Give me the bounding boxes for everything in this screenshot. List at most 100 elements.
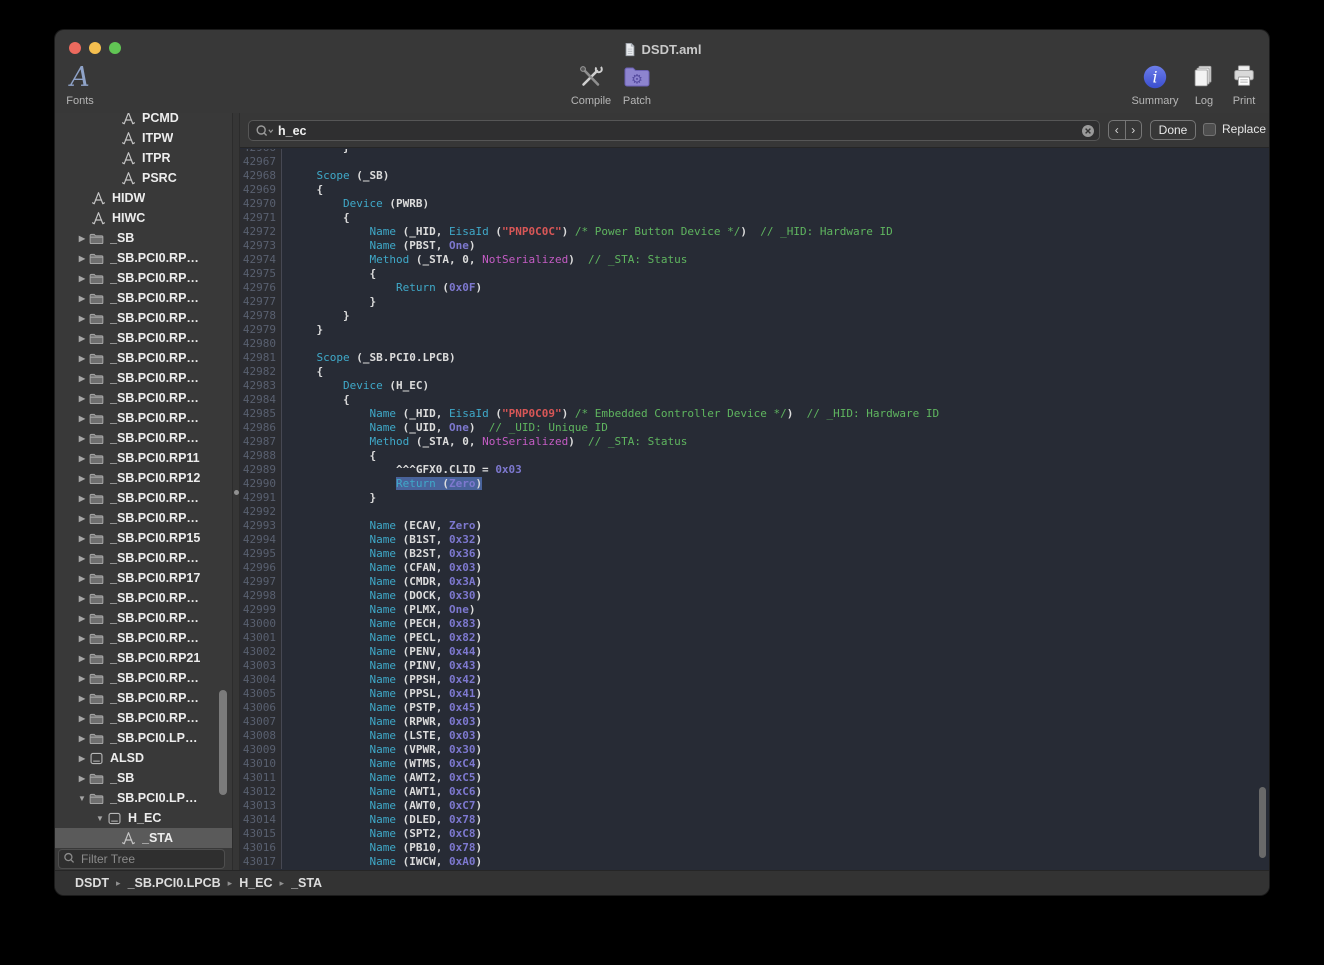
find-next-button[interactable]: ›	[1125, 121, 1142, 139]
tree-item-sb-pci0-rp15[interactable]: ▶_SB.PCI0.RP15	[55, 528, 232, 548]
tree-item-sb-pci0-rp[interactable]: ▶_SB.PCI0.RP…	[55, 608, 232, 628]
tree-item-sb-pci0-rp[interactable]: ▶ _SB.PCI0.RP…	[55, 368, 232, 388]
disclosure-collapsed-icon[interactable]: ▶	[75, 694, 89, 703]
editor-scrollbar[interactable]	[1259, 787, 1266, 858]
disclosure-collapsed-icon[interactable]: ▶	[75, 594, 89, 603]
tree-item-itpr[interactable]: ITPR	[55, 148, 232, 168]
find-previous-button[interactable]: ‹	[1109, 121, 1125, 139]
tree-item-sb-pci0-rp[interactable]: ▶_SB.PCI0.RP…	[55, 508, 232, 528]
tree-item-sb-pci0-rp[interactable]: ▶ _SB.PCI0.RP…	[55, 708, 232, 728]
breadcrumb-item--sb-pci0-lpcb[interactable]: _SB.PCI0.LPCB	[128, 876, 221, 890]
tree-item-sb-pci0-rp17[interactable]: ▶_SB.PCI0.RP17	[55, 568, 232, 588]
disclosure-collapsed-icon[interactable]: ▶	[75, 714, 89, 723]
disclosure-collapsed-icon[interactable]: ▶	[75, 334, 89, 343]
tree-item-sb-pci0-rp[interactable]: ▶_SB.PCI0.RP…	[55, 388, 232, 408]
disclosure-collapsed-icon[interactable]: ▶	[75, 774, 89, 783]
tree-item-sb-pci0-rp[interactable]: ▶_SB.PCI0.RP…	[55, 688, 232, 708]
tree-item-sb[interactable]: ▶_SB	[55, 228, 232, 248]
tree-item-hiwc[interactable]: HIWC	[55, 208, 232, 228]
disclosure-collapsed-icon[interactable]: ▶	[75, 654, 89, 663]
tree-item-sb-pci0-rp[interactable]: ▶_SB.PCI0.RP…	[55, 348, 232, 368]
tree-item-sta[interactable]: _STA	[55, 828, 232, 848]
tree-item-alsd[interactable]: ▶ALSD	[55, 748, 232, 768]
tree-item-hidw[interactable]: HIDW	[55, 188, 232, 208]
disclosure-collapsed-icon[interactable]: ▶	[75, 534, 89, 543]
filter-tree-input[interactable]	[58, 849, 225, 869]
tree-item-sb-pci0-rp[interactable]: ▶_SB.PCI0.RP…	[55, 268, 232, 288]
pane-splitter[interactable]	[232, 113, 240, 870]
disclosure-collapsed-icon[interactable]: ▶	[75, 634, 89, 643]
disclosure-collapsed-icon[interactable]: ▶	[75, 414, 89, 423]
titlebar[interactable]: DSDT.aml	[55, 30, 1269, 56]
patch-label: Patch	[623, 95, 651, 107]
disclosure-collapsed-icon[interactable]: ▶	[75, 274, 89, 283]
disclosure-collapsed-icon[interactable]: ▶	[75, 554, 89, 563]
line-number: 43008	[240, 729, 282, 743]
breadcrumb-item-dsdt[interactable]: DSDT	[75, 876, 109, 890]
search-input[interactable]	[276, 123, 1081, 139]
disclosure-collapsed-icon[interactable]: ▶	[75, 674, 89, 683]
sidebar-scrollbar[interactable]	[219, 690, 227, 795]
fonts-button[interactable]: A Fonts	[55, 60, 116, 107]
disclosure-collapsed-icon[interactable]: ▶	[75, 234, 89, 243]
disclosure-expanded-icon[interactable]: ▼	[75, 794, 89, 803]
print-button[interactable]: Print	[1208, 60, 1269, 107]
tree-item-sb-pci0-rp[interactable]: ▶_SB.PCI0.RP…	[55, 628, 232, 648]
folder-icon	[89, 231, 104, 246]
disclosure-collapsed-icon[interactable]: ▶	[75, 574, 89, 583]
tree-item-sb-pci0-rp[interactable]: ▶_SB.PCI0.RP…	[55, 308, 232, 328]
disclosure-collapsed-icon[interactable]: ▶	[75, 354, 89, 363]
tree-item-sb[interactable]: ▶_SB	[55, 768, 232, 788]
disclosure-expanded-icon[interactable]: ▼	[93, 814, 107, 823]
tree-item-sb-pci0-rp21[interactable]: ▶_SB.PCI0.RP21	[55, 648, 232, 668]
tree-item-sb-pci0-lp[interactable]: ▼_SB.PCI0.LP…	[55, 788, 232, 808]
patch-button[interactable]: ⚙ Patch	[601, 60, 673, 107]
breadcrumb-item-h-ec[interactable]: H_EC	[239, 876, 272, 890]
tree-item-sb-pci0-rp[interactable]: ▶_SB.PCI0.RP…	[55, 488, 232, 508]
tree-item-sb-pci0-rp[interactable]: ▶_SB.PCI0.RP…	[55, 548, 232, 568]
disclosure-collapsed-icon[interactable]: ▶	[75, 434, 89, 443]
code-line: 43015 Name (SPT2, 0xC8)	[240, 827, 1269, 841]
disclosure-collapsed-icon[interactable]: ▶	[75, 474, 89, 483]
disclosure-collapsed-icon[interactable]: ▶	[75, 254, 89, 263]
tree-item-label: _SB.PCI0.RP…	[110, 371, 199, 385]
disclosure-collapsed-icon[interactable]: ▶	[75, 314, 89, 323]
method-icon	[121, 171, 136, 186]
tree-item-psrc[interactable]: PSRC	[55, 168, 232, 188]
breadcrumb-item--sta[interactable]: _STA	[291, 876, 322, 890]
code-line: 43012 Name (AWT1, 0xC6)	[240, 785, 1269, 799]
line-content: Name (_HID, EisaId ("PNP0C0C") /* Power …	[282, 225, 893, 239]
disclosure-collapsed-icon[interactable]: ▶	[75, 754, 89, 763]
search-field[interactable]	[248, 120, 1100, 141]
tree-item-itpw[interactable]: ITPW	[55, 128, 232, 148]
disclosure-collapsed-icon[interactable]: ▶	[75, 394, 89, 403]
tree-item-sb-pci0-rp[interactable]: ▶_SB.PCI0.RP…	[55, 428, 232, 448]
done-button[interactable]: Done	[1150, 120, 1196, 140]
tree-item-sb-pci0-rp[interactable]: ▶_SB.PCI0.RP…	[55, 288, 232, 308]
tree-item-sb-pci0-rp[interactable]: ▶_SB.PCI0.RP…	[55, 408, 232, 428]
disclosure-collapsed-icon[interactable]: ▶	[75, 374, 89, 383]
disclosure-collapsed-icon[interactable]: ▶	[75, 514, 89, 523]
disclosure-collapsed-icon[interactable]: ▶	[75, 494, 89, 503]
tree-item-sb-pci0-rp[interactable]: ▶_SB.PCI0.RP…	[55, 668, 232, 688]
tree-item-sb-pci0-rp11[interactable]: ▶_SB.PCI0.RP11	[55, 448, 232, 468]
code-line: 42989 ^^^GFX0.CLID = 0x03	[240, 463, 1269, 477]
disclosure-collapsed-icon[interactable]: ▶	[75, 294, 89, 303]
tree-item-h-ec[interactable]: ▼H_EC	[55, 808, 232, 828]
disclosure-collapsed-icon[interactable]: ▶	[75, 734, 89, 743]
tree-item-sb-pci0-rp[interactable]: ▶_SB.PCI0.RP…	[55, 248, 232, 268]
line-content: Name (PECH, 0x83)	[282, 617, 482, 631]
disclosure-collapsed-icon[interactable]: ▶	[75, 614, 89, 623]
symbol-tree: PCMDITPWITPRPSRCHIDWHIWC▶_SB▶_SB.PCI0.RP…	[55, 113, 232, 848]
code-editor[interactable]: 42966 }4296742968 Scope (_SB)42969 {4297…	[240, 149, 1269, 870]
disclosure-collapsed-icon[interactable]: ▶	[75, 454, 89, 463]
line-content: }	[282, 295, 376, 309]
tree-item-sb-pci0-lp[interactable]: ▶_SB.PCI0.LP…	[55, 728, 232, 748]
tree-item-pcmd[interactable]: PCMD	[55, 113, 232, 128]
clear-search-icon[interactable]	[1081, 124, 1095, 138]
replace-checkbox[interactable]	[1203, 123, 1216, 136]
tree-item-label: _SB.PCI0.RP…	[110, 711, 199, 725]
tree-item-sb-pci0-rp12[interactable]: ▶_SB.PCI0.RP12	[55, 468, 232, 488]
tree-item-sb-pci0-rp[interactable]: ▶_SB.PCI0.RP…	[55, 588, 232, 608]
tree-item-sb-pci0-rp[interactable]: ▶_SB.PCI0.RP…	[55, 328, 232, 348]
